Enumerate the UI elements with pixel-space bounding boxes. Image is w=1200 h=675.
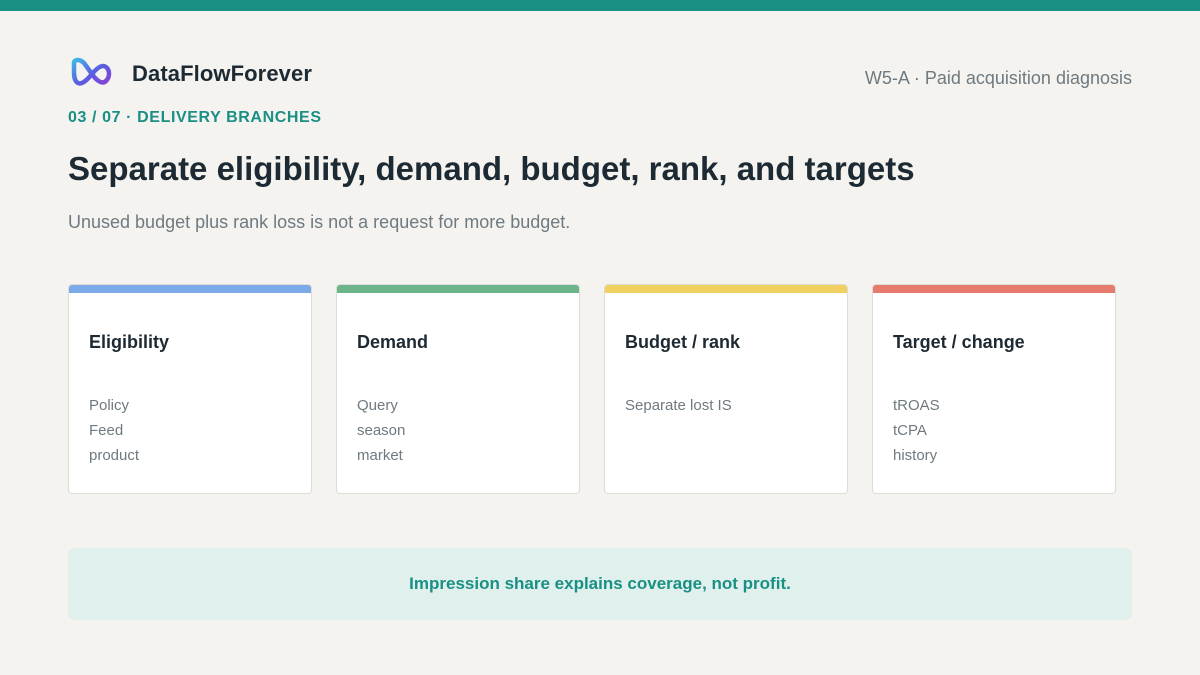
card-lines: Query season market: [357, 393, 405, 468]
page-title: Separate eligibility, demand, budget, ra…: [68, 150, 915, 187]
page-subtitle: Unused budget plus rank loss is not a re…: [68, 212, 571, 232]
card-target-change: Target / change tROAS tCPA history: [872, 284, 1116, 494]
card-title: Eligibility: [89, 332, 170, 352]
card-title: Demand: [357, 332, 429, 352]
brand-name: DataFlowForever: [132, 61, 312, 86]
card-line: Query: [357, 397, 398, 414]
card-accent-bar: [337, 285, 579, 293]
card-line: season: [357, 422, 406, 439]
takeaway-callout: Impression share explains coverage, not …: [68, 548, 1132, 620]
card-title: Budget / rank: [625, 332, 741, 352]
card-line: Policy: [89, 397, 130, 414]
top-accent-bar: [0, 0, 1200, 11]
card-budget-rank: Budget / rank Separate lost IS: [604, 284, 848, 494]
callout-text: Impression share explains coverage, not …: [409, 574, 791, 593]
card-accent-bar: [69, 285, 311, 293]
card-lines: Separate lost IS: [625, 393, 732, 418]
infinity-loop-icon: [71, 57, 112, 86]
section-kicker: 03 / 07 · DELIVERY BRANCHES: [68, 109, 322, 126]
card-title: Target / change: [893, 332, 1025, 352]
card-accent-bar: [605, 285, 847, 293]
card-eligibility: Eligibility Policy Feed product: [68, 284, 312, 494]
card-line: product: [89, 447, 140, 464]
card-line: tCPA: [893, 422, 927, 439]
branch-cards: Eligibility Policy Feed product Demand Q…: [68, 284, 1116, 494]
card-line: tROAS: [893, 397, 940, 414]
card-accent-bar: [873, 285, 1115, 293]
card-lines: Policy Feed product: [89, 393, 139, 468]
brand: DataFlowForever: [70, 54, 312, 94]
card-line: history: [893, 447, 938, 464]
card-line: Separate lost IS: [625, 397, 732, 414]
card-demand: Demand Query season market: [336, 284, 580, 494]
card-lines: tROAS tCPA history: [893, 393, 940, 468]
deck-meta: W5-A · Paid acquisition diagnosis: [864, 68, 1132, 88]
card-line: Feed: [89, 422, 124, 439]
card-line: market: [357, 447, 403, 464]
